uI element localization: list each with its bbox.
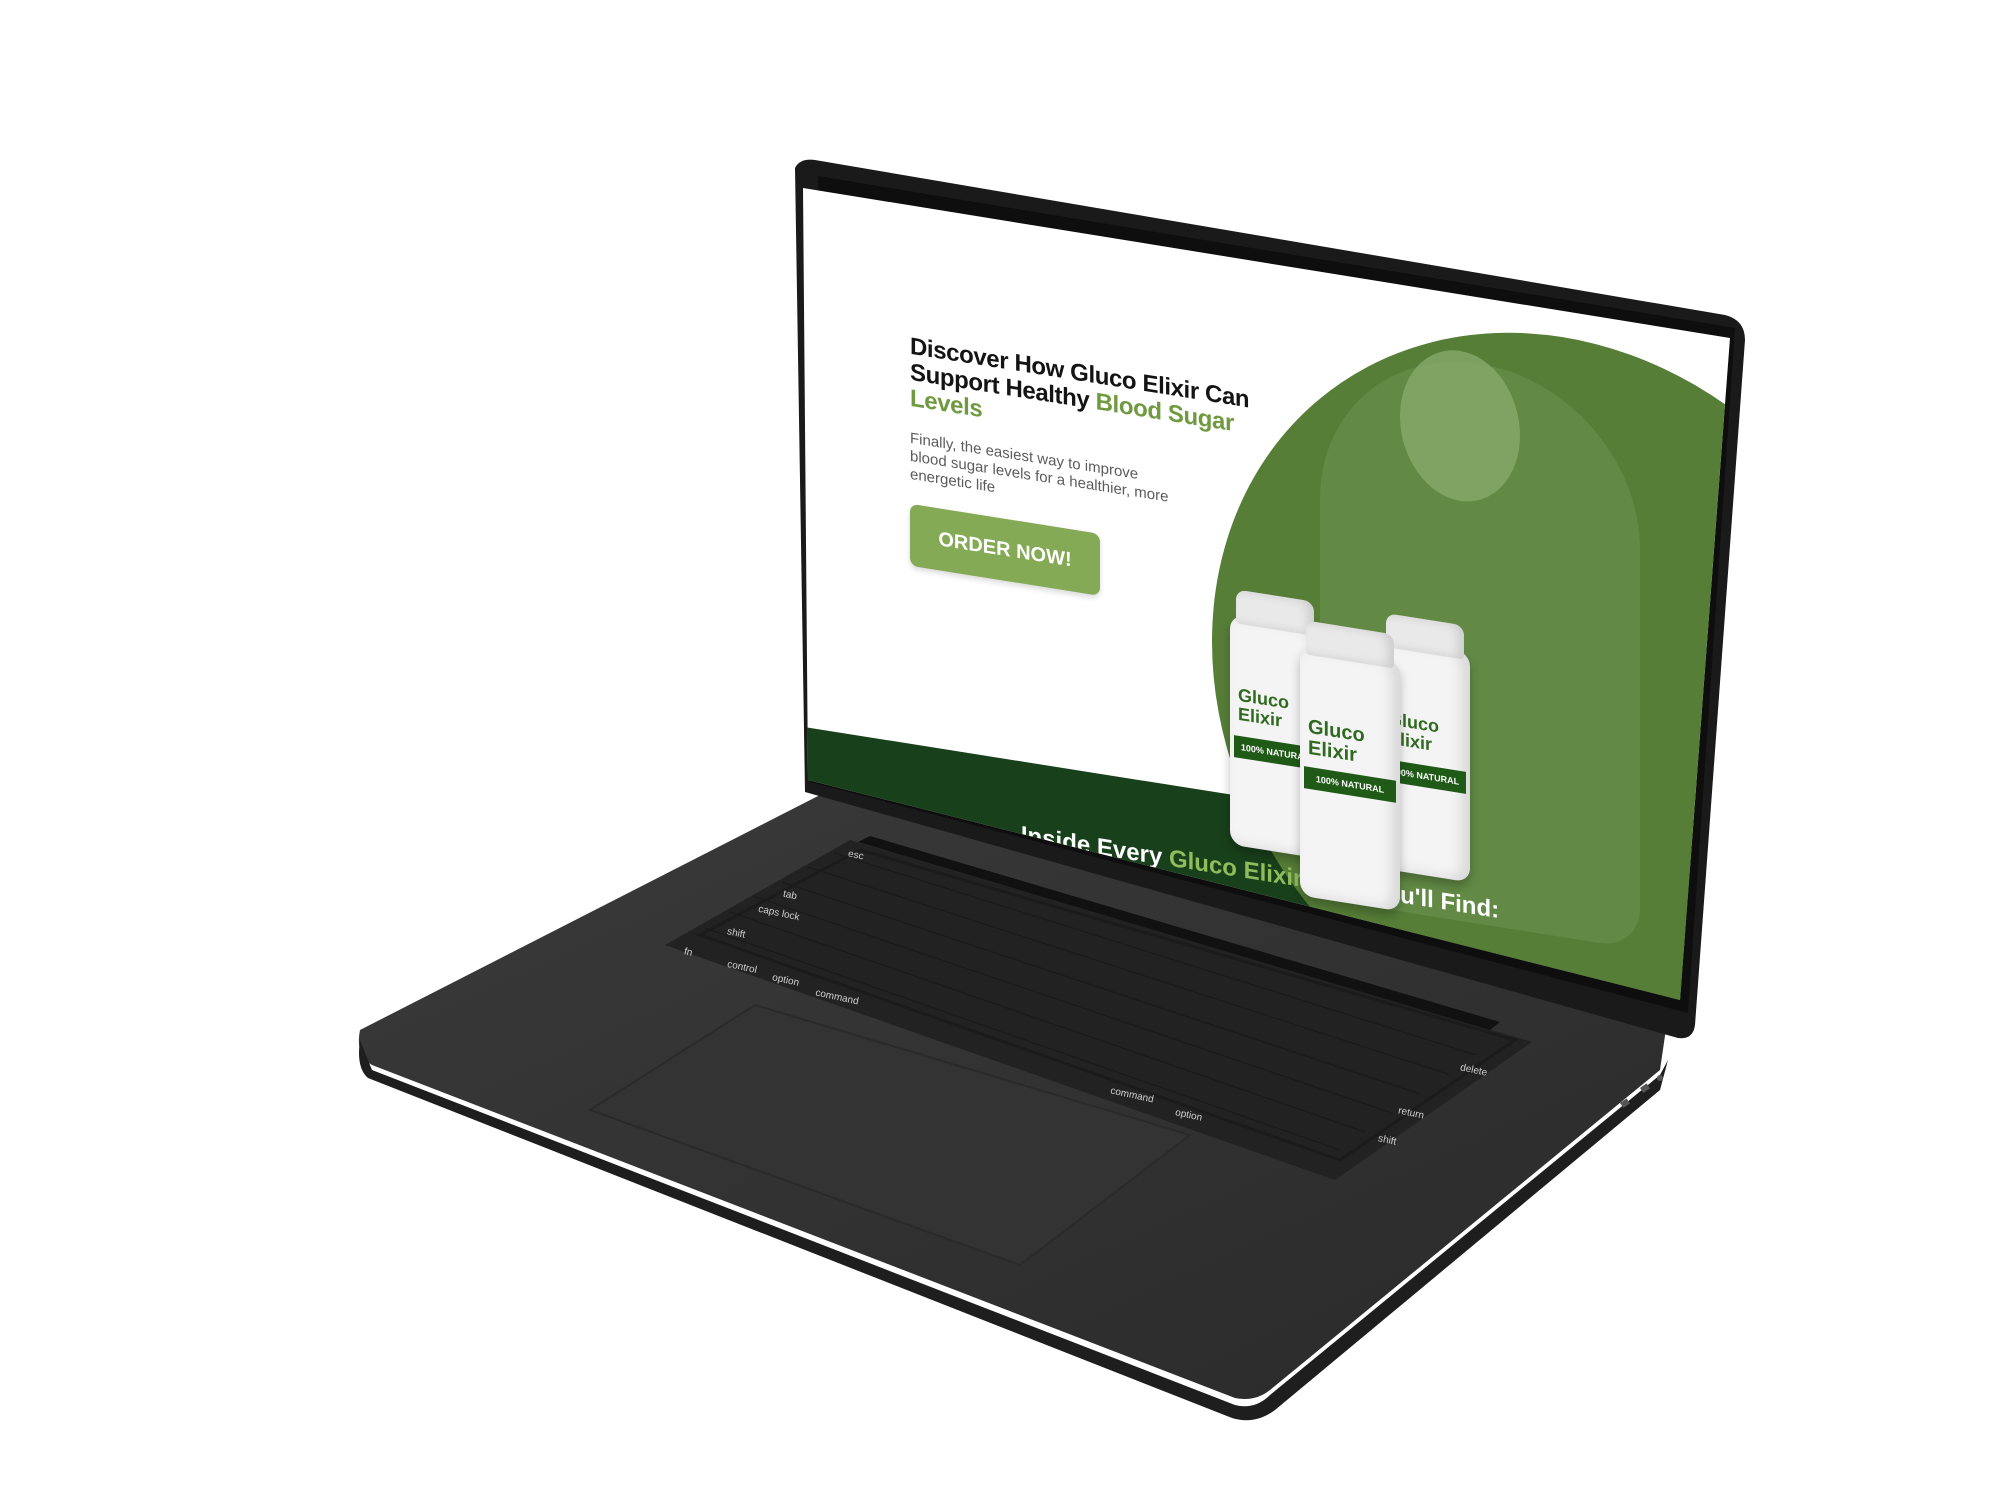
bottle-cap [1386,613,1464,660]
bottle-brand: Gluco Elixir [1308,715,1365,767]
bottle-cap [1306,620,1394,669]
hero-text: Discover How Gluco Elixir Can Support He… [910,333,1250,620]
order-now-button[interactable]: ORDER NOW! [910,503,1100,596]
bottle-badge: 100% NATURAL [1304,766,1396,803]
product-bottles: Gluco Elixir 100% NATURAL Gluco Elixir 100… [1230,574,1510,912]
product-bottle-front: Gluco Elixir 100% NATURAL [1300,620,1400,912]
bottle-cap [1236,589,1314,636]
